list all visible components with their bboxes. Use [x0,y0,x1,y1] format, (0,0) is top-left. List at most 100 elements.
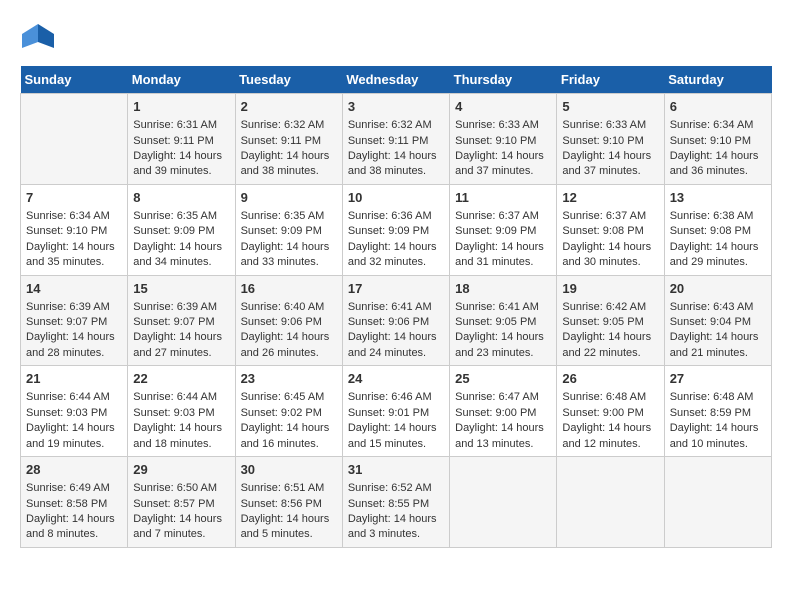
calendar-cell: 2Sunrise: 6:32 AMSunset: 9:11 PMDaylight… [235,94,342,185]
header-row: SundayMondayTuesdayWednesdayThursdayFrid… [21,66,772,94]
cell-info: and 16 minutes. [241,437,337,452]
day-number: 9 [241,189,337,207]
calendar-cell: 7Sunrise: 6:34 AMSunset: 9:10 PMDaylight… [21,184,128,275]
calendar-cell: 30Sunrise: 6:51 AMSunset: 8:56 PMDayligh… [235,457,342,548]
cell-info: Daylight: 14 hours [562,421,658,436]
day-header-wednesday: Wednesday [342,66,449,94]
cell-info: and 33 minutes. [241,255,337,270]
day-number: 21 [26,370,122,388]
calendar-cell: 5Sunrise: 6:33 AMSunset: 9:10 PMDaylight… [557,94,664,185]
cell-info: Sunrise: 6:46 AM [348,390,444,405]
calendar-cell: 9Sunrise: 6:35 AMSunset: 9:09 PMDaylight… [235,184,342,275]
cell-info: Sunrise: 6:43 AM [670,300,766,315]
cell-info: and 12 minutes. [562,437,658,452]
cell-info: Sunset: 9:10 PM [670,134,766,149]
day-number: 19 [562,280,658,298]
cell-info: Daylight: 14 hours [348,330,444,345]
cell-info: and 37 minutes. [455,164,551,179]
calendar-cell: 12Sunrise: 6:37 AMSunset: 9:08 PMDayligh… [557,184,664,275]
cell-info: Daylight: 14 hours [562,149,658,164]
cell-info: Daylight: 14 hours [241,330,337,345]
cell-info: Sunrise: 6:33 AM [455,118,551,133]
cell-info: Sunrise: 6:49 AM [26,481,122,496]
cell-info: Daylight: 14 hours [348,149,444,164]
cell-info: Sunrise: 6:32 AM [348,118,444,133]
cell-info: Sunrise: 6:41 AM [348,300,444,315]
cell-info: and 7 minutes. [133,527,229,542]
cell-info: and 32 minutes. [348,255,444,270]
cell-info: and 21 minutes. [670,346,766,361]
cell-info: Daylight: 14 hours [670,149,766,164]
calendar-cell [450,457,557,548]
cell-info: Sunset: 9:03 PM [133,406,229,421]
cell-info: and 15 minutes. [348,437,444,452]
cell-info: Daylight: 14 hours [348,512,444,527]
day-number: 31 [348,461,444,479]
cell-info: Sunrise: 6:48 AM [562,390,658,405]
cell-info: Sunset: 9:00 PM [562,406,658,421]
cell-info: and 38 minutes. [241,164,337,179]
calendar-cell: 22Sunrise: 6:44 AMSunset: 9:03 PMDayligh… [128,366,235,457]
cell-info: Sunrise: 6:35 AM [133,209,229,224]
cell-info: Sunrise: 6:50 AM [133,481,229,496]
cell-info: Sunrise: 6:34 AM [670,118,766,133]
cell-info: and 26 minutes. [241,346,337,361]
cell-info: Sunrise: 6:52 AM [348,481,444,496]
cell-info: Sunrise: 6:41 AM [455,300,551,315]
cell-info: Sunset: 9:09 PM [133,224,229,239]
cell-info: Sunset: 9:09 PM [348,224,444,239]
cell-info: and 39 minutes. [133,164,229,179]
day-number: 20 [670,280,766,298]
day-number: 29 [133,461,229,479]
cell-info: Sunrise: 6:45 AM [241,390,337,405]
calendar-cell: 21Sunrise: 6:44 AMSunset: 9:03 PMDayligh… [21,366,128,457]
day-number: 5 [562,98,658,116]
cell-info: Daylight: 14 hours [348,421,444,436]
calendar-cell: 27Sunrise: 6:48 AMSunset: 8:59 PMDayligh… [664,366,771,457]
cell-info: Sunrise: 6:31 AM [133,118,229,133]
calendar-cell: 4Sunrise: 6:33 AMSunset: 9:10 PMDaylight… [450,94,557,185]
cell-info: Sunset: 9:03 PM [26,406,122,421]
cell-info: Daylight: 14 hours [670,330,766,345]
calendar-cell: 15Sunrise: 6:39 AMSunset: 9:07 PMDayligh… [128,275,235,366]
cell-info: Sunset: 8:59 PM [670,406,766,421]
calendar-cell: 10Sunrise: 6:36 AMSunset: 9:09 PMDayligh… [342,184,449,275]
calendar-cell [557,457,664,548]
cell-info: and 37 minutes. [562,164,658,179]
calendar-cell: 1Sunrise: 6:31 AMSunset: 9:11 PMDaylight… [128,94,235,185]
cell-info: Sunset: 9:01 PM [348,406,444,421]
cell-info: Sunset: 9:10 PM [26,224,122,239]
cell-info: and 29 minutes. [670,255,766,270]
calendar-week-row: 21Sunrise: 6:44 AMSunset: 9:03 PMDayligh… [21,366,772,457]
cell-info: Sunset: 9:05 PM [455,315,551,330]
calendar-cell: 26Sunrise: 6:48 AMSunset: 9:00 PMDayligh… [557,366,664,457]
cell-info: Sunset: 9:07 PM [133,315,229,330]
cell-info: Sunrise: 6:44 AM [26,390,122,405]
page-header [20,20,772,56]
cell-info: Sunset: 9:02 PM [241,406,337,421]
day-number: 17 [348,280,444,298]
cell-info: Sunset: 8:55 PM [348,497,444,512]
calendar-table: SundayMondayTuesdayWednesdayThursdayFrid… [20,66,772,548]
cell-info: and 22 minutes. [562,346,658,361]
cell-info: Sunrise: 6:34 AM [26,209,122,224]
day-number: 4 [455,98,551,116]
calendar-cell: 18Sunrise: 6:41 AMSunset: 9:05 PMDayligh… [450,275,557,366]
cell-info: and 27 minutes. [133,346,229,361]
cell-info: and 10 minutes. [670,437,766,452]
cell-info: Daylight: 14 hours [455,330,551,345]
day-header-friday: Friday [557,66,664,94]
calendar-cell: 25Sunrise: 6:47 AMSunset: 9:00 PMDayligh… [450,366,557,457]
calendar-cell: 6Sunrise: 6:34 AMSunset: 9:10 PMDaylight… [664,94,771,185]
calendar-cell: 29Sunrise: 6:50 AMSunset: 8:57 PMDayligh… [128,457,235,548]
cell-info: and 13 minutes. [455,437,551,452]
day-number: 13 [670,189,766,207]
calendar-cell [21,94,128,185]
cell-info: and 18 minutes. [133,437,229,452]
cell-info: Sunset: 9:04 PM [670,315,766,330]
cell-info: Sunrise: 6:37 AM [562,209,658,224]
calendar-week-row: 7Sunrise: 6:34 AMSunset: 9:10 PMDaylight… [21,184,772,275]
day-number: 27 [670,370,766,388]
cell-info: Sunset: 9:08 PM [562,224,658,239]
cell-info: and 31 minutes. [455,255,551,270]
